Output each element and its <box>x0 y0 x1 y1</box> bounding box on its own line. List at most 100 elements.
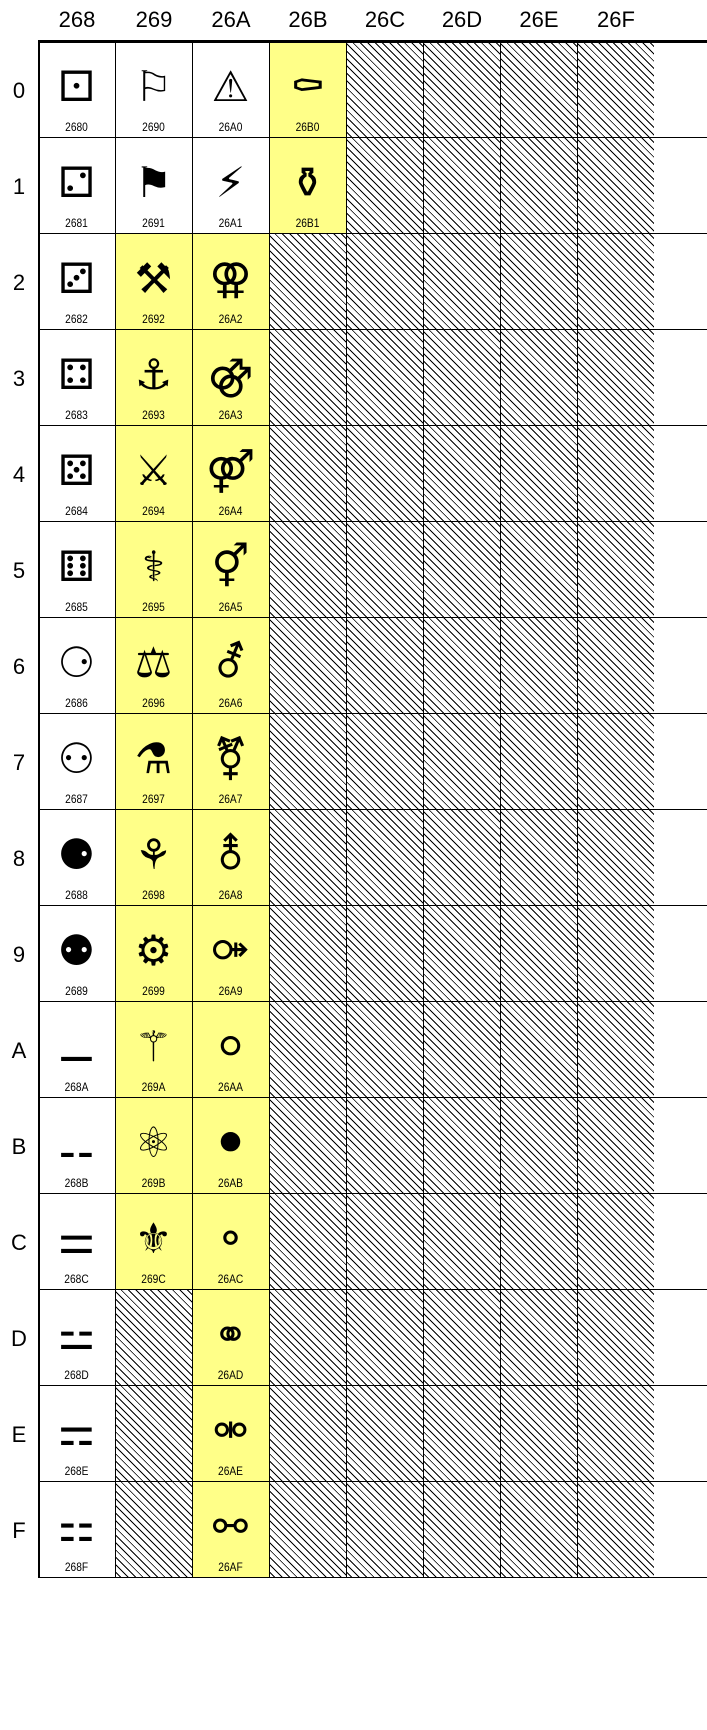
unassigned-cell <box>577 810 654 906</box>
glyph-26ab: ⚫ <box>212 1118 249 1167</box>
code-point-cell-2691[interactable]: ⚑ 2691 <box>115 138 192 234</box>
unassigned-cell <box>346 330 423 426</box>
unassigned-cell <box>346 906 423 1002</box>
code-point-cell-268e[interactable]: ⚎ 268E <box>38 1386 115 1482</box>
code-point-cell-2694[interactable]: ⚔ 2694 <box>115 426 192 522</box>
code-point-cell-268d[interactable]: ⚍ 268D <box>38 1290 115 1386</box>
code-point-cell-26ae[interactable]: ⚮ 26AE <box>192 1386 269 1482</box>
glyph-2697: ⚗ <box>134 734 173 783</box>
code-point-cell-26a8[interactable]: ⚨ 26A8 <box>192 810 269 906</box>
code-point-cell-2687[interactable]: ⚇ 2687 <box>38 714 115 810</box>
code-point-cell-26ad[interactable]: ⚭ 26AD <box>192 1290 269 1386</box>
unassigned-cell <box>269 906 346 1002</box>
code-point-cell-26a9[interactable]: ⚩ 26A9 <box>192 906 269 1002</box>
grid-row-line <box>38 1001 707 1002</box>
code-point-cell-269b[interactable]: ⚛ 269B <box>115 1098 192 1194</box>
code-point-cell-2681[interactable]: ⚁ 2681 <box>38 138 115 234</box>
unassigned-cell <box>577 714 654 810</box>
code-point-label: 26AB <box>218 1176 243 1190</box>
unassigned-cell <box>577 138 654 234</box>
code-point-cell-2690[interactable]: ⚐ 2690 <box>115 42 192 138</box>
glyph-2692: ⚒ <box>134 254 173 303</box>
code-point-cell-26aa[interactable]: ⚪ 26AA <box>192 1002 269 1098</box>
code-point-cell-26a6[interactable]: ⚦ 26A6 <box>192 618 269 714</box>
grid-row-line <box>38 1193 707 1194</box>
code-point-cell-26a4[interactable]: ⚤ 26A4 <box>192 426 269 522</box>
code-point-cell-26a2[interactable]: ⚢ 26A2 <box>192 234 269 330</box>
code-point-cell-26b0[interactable]: ⚰ 26B0 <box>269 42 346 138</box>
code-point-cell-2697[interactable]: ⚗ 2697 <box>115 714 192 810</box>
code-point-cell-2685[interactable]: ⚅ 2685 <box>38 522 115 618</box>
code-point-label: 2694 <box>142 504 165 518</box>
code-point-cell-268c[interactable]: ⚌ 268C <box>38 1194 115 1290</box>
code-point-cell-2682[interactable]: ⚂ 2682 <box>38 234 115 330</box>
row-header-e: E <box>11 1421 27 1447</box>
code-point-cell-26ab[interactable]: ⚫ 26AB <box>192 1098 269 1194</box>
glyph-268e: ⚎ <box>57 1406 96 1455</box>
glyph-26a1: ⚡ <box>215 158 246 207</box>
code-point-cell-2689[interactable]: ⚉ 2689 <box>38 906 115 1002</box>
unassigned-cell <box>577 330 654 426</box>
code-point-label: 2682 <box>65 312 88 326</box>
code-point-cell-2692[interactable]: ⚒ 2692 <box>115 234 192 330</box>
glyph-26a2: ⚢ <box>209 254 252 303</box>
unassigned-cell <box>500 1194 577 1290</box>
unassigned-cell <box>500 234 577 330</box>
code-point-cell-26af[interactable]: ⚯ 26AF <box>192 1482 269 1578</box>
unassigned-cell <box>269 1194 346 1290</box>
code-point-cell-268b[interactable]: ⚋ 268B <box>38 1098 115 1194</box>
unassigned-cell <box>423 906 500 1002</box>
unassigned-cell <box>423 426 500 522</box>
code-point-cell-269c[interactable]: ⚜ 269C <box>115 1194 192 1290</box>
glyph-2685: ⚅ <box>58 542 95 591</box>
glyph-26b1: ⚱ <box>289 158 326 207</box>
grid-row-line <box>38 713 707 714</box>
code-point-label: 2688 <box>65 888 88 902</box>
code-point-cell-268f[interactable]: ⚏ 268F <box>38 1482 115 1578</box>
column-header-26c: 26C <box>364 7 406 32</box>
glyph-26a7: ⚧ <box>212 734 249 783</box>
code-point-cell-2684[interactable]: ⚄ 2684 <box>38 426 115 522</box>
unassigned-cell <box>577 42 654 138</box>
code-point-cell-2698[interactable]: ⚘ 2698 <box>115 810 192 906</box>
code-point-cell-2699[interactable]: ⚙ 2699 <box>115 906 192 1002</box>
row-header-9: 9 <box>12 941 26 967</box>
unassigned-cell <box>577 1194 654 1290</box>
glyph-26aa: ⚪ <box>212 1022 249 1071</box>
code-point-cell-269a[interactable]: ⚚ 269A <box>115 1002 192 1098</box>
grid-column-line <box>577 42 578 1578</box>
glyph-268b: ⚋ <box>57 1118 96 1167</box>
code-point-cell-2683[interactable]: ⚃ 2683 <box>38 330 115 426</box>
unassigned-cell <box>423 138 500 234</box>
unassigned-cell <box>423 1002 500 1098</box>
code-point-cell-2680[interactable]: ⚀ 2680 <box>38 42 115 138</box>
code-point-cell-2686[interactable]: ⚆ 2686 <box>38 618 115 714</box>
glyph-26a3: ⚣ <box>207 350 254 399</box>
code-point-label: 2685 <box>65 600 88 614</box>
unassigned-cell <box>500 522 577 618</box>
code-point-cell-268a[interactable]: ⚊ 268A <box>38 1002 115 1098</box>
code-point-label: 2687 <box>65 792 88 806</box>
code-point-cell-2688[interactable]: ⚈ 2688 <box>38 810 115 906</box>
row-header-b: B <box>11 1133 27 1159</box>
code-point-cell-2696[interactable]: ⚖ 2696 <box>115 618 192 714</box>
code-point-label: 2689 <box>65 984 88 998</box>
code-point-cell-26a7[interactable]: ⚧ 26A7 <box>192 714 269 810</box>
unassigned-cell <box>423 42 500 138</box>
unassigned-cell <box>577 1002 654 1098</box>
row-header-3: 3 <box>12 365 26 391</box>
glyph-2687: ⚇ <box>57 734 96 783</box>
code-point-cell-26b1[interactable]: ⚱ 26B1 <box>269 138 346 234</box>
code-point-label: 2697 <box>142 792 165 806</box>
code-point-cell-26a3[interactable]: ⚣ 26A3 <box>192 330 269 426</box>
unassigned-cell <box>346 1194 423 1290</box>
row-header-d: D <box>11 1325 27 1351</box>
grid-column-line <box>500 42 501 1578</box>
code-point-cell-26ac[interactable]: ⚬ 26AC <box>192 1194 269 1290</box>
code-point-cell-2695[interactable]: ⚕ 2695 <box>115 522 192 618</box>
code-point-cell-26a0[interactable]: ⚠ 26A0 <box>192 42 269 138</box>
code-point-cell-26a1[interactable]: ⚡ 26A1 <box>192 138 269 234</box>
code-point-cell-26a5[interactable]: ⚥ 26A5 <box>192 522 269 618</box>
unassigned-cell <box>269 1002 346 1098</box>
code-point-cell-2693[interactable]: ⚓ 2693 <box>115 330 192 426</box>
